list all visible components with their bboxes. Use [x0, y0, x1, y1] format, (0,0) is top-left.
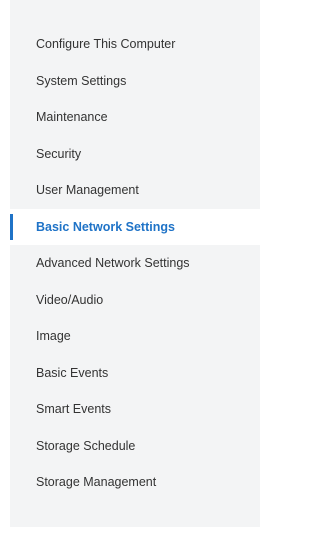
sidebar-item-maintenance[interactable]: Maintenance	[10, 99, 260, 136]
sidebar-item-storage-schedule[interactable]: Storage Schedule	[10, 428, 260, 465]
sidebar-item-basic-events[interactable]: Basic Events	[10, 355, 260, 392]
sidebar-item-advanced-network-settings[interactable]: Advanced Network Settings	[10, 245, 260, 282]
sidebar-item-security[interactable]: Security	[10, 136, 260, 173]
sidebar-item-smart-events[interactable]: Smart Events	[10, 391, 260, 428]
sidebar-menu: Configure This Computer System Settings …	[10, 26, 260, 501]
sidebar-item-storage-management[interactable]: Storage Management	[10, 464, 260, 501]
sidebar-panel: Configure This Computer System Settings …	[10, 0, 260, 527]
sidebar-item-image[interactable]: Image	[10, 318, 260, 355]
sidebar-item-video-audio[interactable]: Video/Audio	[10, 282, 260, 319]
sidebar-item-system-settings[interactable]: System Settings	[10, 63, 260, 100]
sidebar-item-basic-network-settings[interactable]: Basic Network Settings	[10, 208, 260, 245]
sidebar-item-configure-this-computer[interactable]: Configure This Computer	[10, 26, 260, 63]
sidebar-item-user-management[interactable]: User Management	[10, 172, 260, 209]
